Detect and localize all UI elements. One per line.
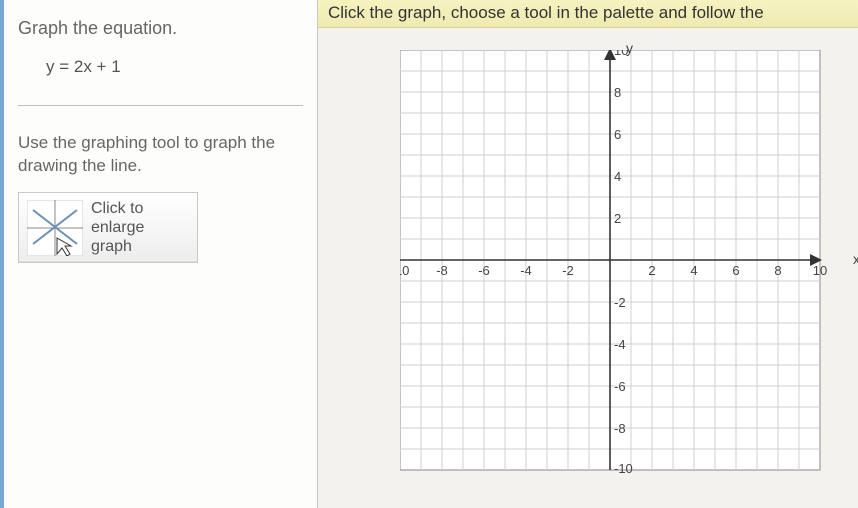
y-tick: -8: [614, 421, 626, 436]
equation-text: y = 2x + 1: [46, 57, 303, 77]
x-tick: -10: [400, 263, 409, 278]
x-axis-label: x: [853, 251, 858, 267]
y-tick: -10: [614, 461, 633, 476]
x-tick: 2: [648, 263, 655, 278]
y-tick: 4: [614, 169, 621, 184]
x-tick: 8: [774, 263, 781, 278]
y-tick: 2: [614, 211, 621, 226]
y-tick: -2: [614, 295, 626, 310]
y-axis-label: y: [626, 40, 633, 56]
x-tick: -4: [520, 263, 532, 278]
x-tick: -6: [478, 263, 490, 278]
x-tick: 6: [732, 263, 739, 278]
y-tick: -6: [614, 379, 626, 394]
enlarge-graph-label: Click to enlarge graph: [91, 199, 189, 257]
graph-area: Click the graph, choose a tool in the pa…: [318, 0, 858, 508]
instruction-text: Use the graphing tool to graph the drawi…: [18, 132, 303, 178]
y-tick: 8: [614, 85, 621, 100]
prompt-title: Graph the equation.: [18, 18, 303, 39]
hint-bar: Click the graph, choose a tool in the pa…: [318, 0, 858, 28]
enlarge-graph-button[interactable]: Click to enlarge graph: [18, 192, 198, 264]
x-tick: -8: [436, 263, 448, 278]
x-tick: -2: [562, 263, 574, 278]
x-tick: 10: [813, 263, 827, 278]
y-tick: -4: [614, 337, 626, 352]
problem-panel: Graph the equation. y = 2x + 1 Use the g…: [0, 0, 318, 508]
graph-thumbnail-icon: [27, 200, 83, 256]
graph-svg[interactable]: -10 -8 -6 -4 -2 2 4 6 8 10 10 8 6 4 2 -2…: [400, 50, 840, 480]
y-tick: 6: [614, 127, 621, 142]
divider: [18, 105, 303, 106]
x-tick: 4: [690, 263, 697, 278]
coordinate-graph[interactable]: y x -10 -8 -6 -4 -2 2: [400, 50, 840, 480]
